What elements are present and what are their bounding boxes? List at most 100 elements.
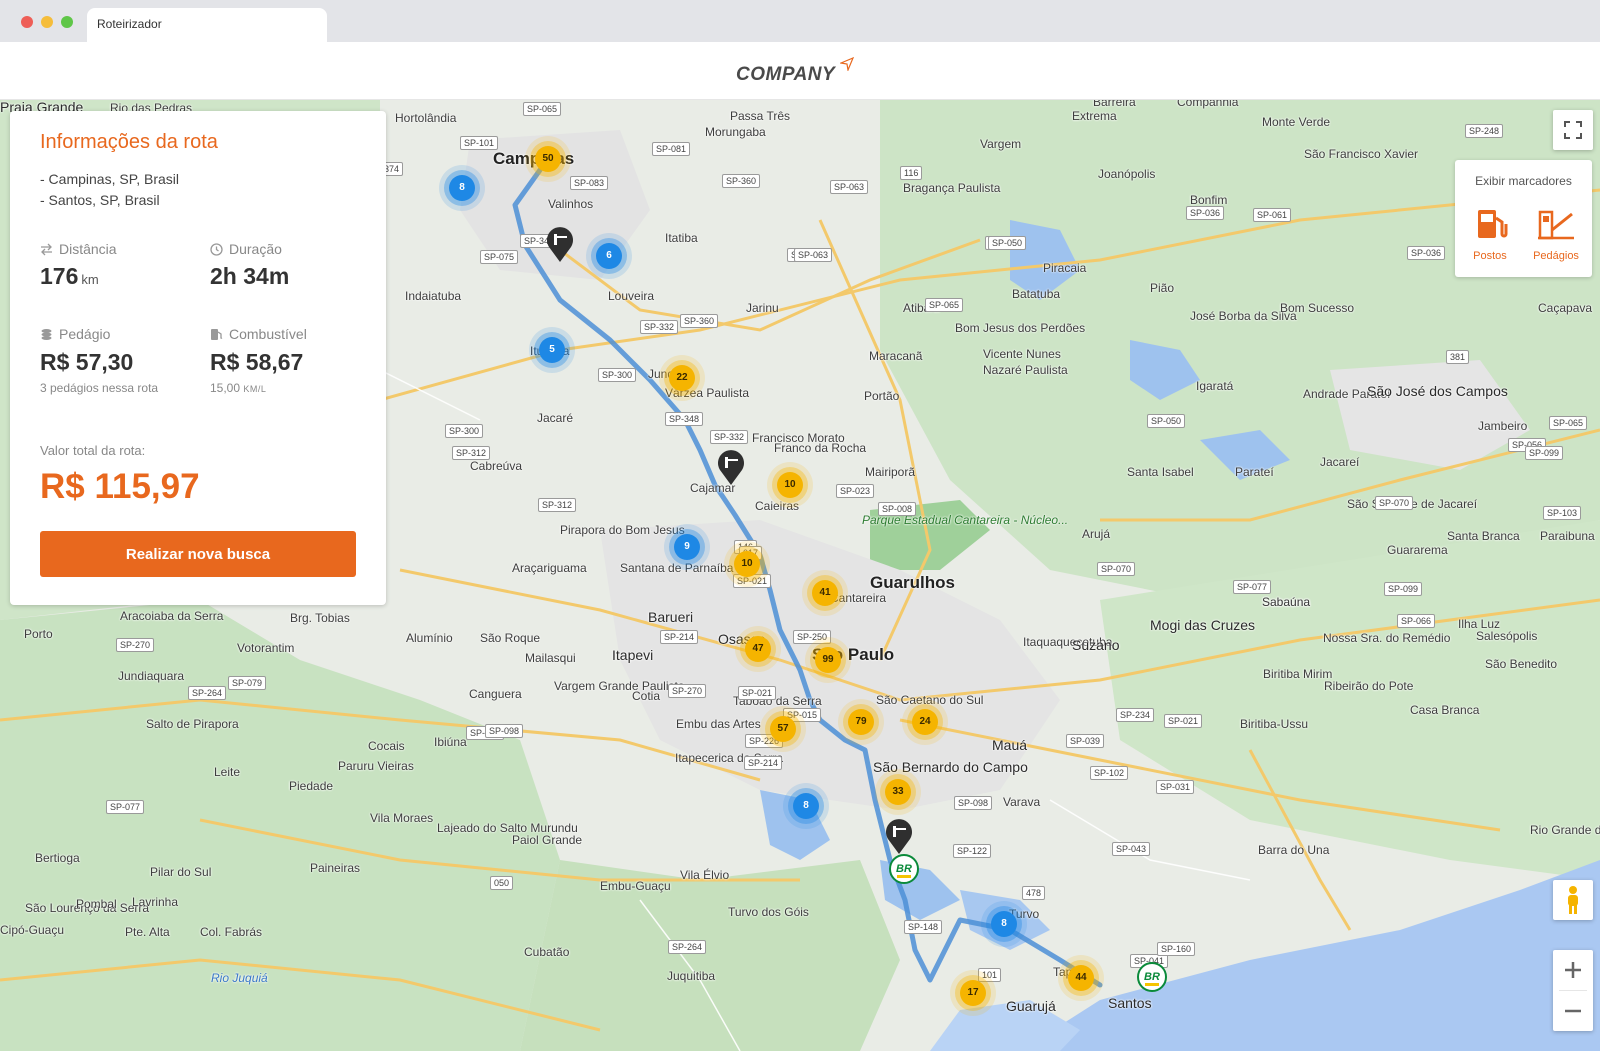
map-place-label: Cabreúva (470, 459, 523, 473)
map-place-label: Embu das Artes (676, 717, 761, 731)
map-place-label: Mauá (992, 737, 1028, 753)
swap-arrows-icon (41, 243, 52, 255)
toll-value: R$ 57,30 (40, 349, 134, 375)
street-view-button[interactable] (1553, 880, 1593, 920)
map-place-label: Salto de Pirapora (146, 717, 239, 731)
road-shield-label: SP-070 (1097, 562, 1136, 576)
window-maximize-button[interactable] (61, 16, 73, 28)
company-logo: COMPANY (736, 64, 836, 85)
map-place-label: Santa Branca (1447, 529, 1520, 543)
fuel-cluster-marker[interactable]: 10 (777, 472, 803, 498)
gas-station-br-icon[interactable]: BR (889, 854, 919, 884)
map-place-label: Paiol Grande (512, 833, 583, 847)
map-place-label: Mairiporã (865, 465, 916, 479)
map-place-label: Ribeirão do Pote (1324, 679, 1414, 693)
map-place-label: Batatuba (1012, 287, 1061, 301)
toll-pin-icon[interactable] (716, 448, 746, 486)
road-shield-label: SP-079 (228, 676, 267, 690)
fuel-cluster-marker[interactable]: 44 (1068, 965, 1094, 991)
map-place-label: Hortolândia (395, 111, 457, 125)
road-shield-label: SP-043 (1112, 842, 1151, 856)
fuel-cluster-marker[interactable]: 22 (669, 365, 695, 391)
map-place-label: Piracaia (1043, 261, 1087, 275)
road-shield-label: SP-099 (1525, 446, 1564, 460)
map-place-label: Alumínio (406, 631, 453, 645)
map-place-label: Paraibuna (1540, 529, 1595, 543)
fuel-cluster-marker[interactable]: 99 (815, 647, 841, 673)
poi-cluster-marker[interactable]: 5 (539, 337, 565, 363)
fullscreen-icon (1564, 121, 1582, 139)
poi-cluster-marker[interactable]: 8 (991, 911, 1017, 937)
road-shield-label: SP-148 (904, 920, 943, 934)
poi-cluster-marker[interactable]: 8 (793, 793, 819, 819)
road-shield-label: SP-036 (1407, 246, 1446, 260)
road-shield-label: 381 (1446, 350, 1470, 364)
road-shield-label: SP-332 (710, 430, 749, 444)
coins-icon (41, 328, 52, 340)
map-place-label: Barra do Una (1258, 843, 1330, 857)
road-shield-label: SP-065 (925, 298, 964, 312)
poi-cluster-marker[interactable]: 6 (596, 243, 622, 269)
fuel-label: Combustível (210, 326, 307, 342)
map-place-label: Vila Élvio (680, 868, 730, 882)
map-place-label: Companhia (1177, 100, 1239, 109)
map-place-label: Campinas (493, 149, 575, 168)
map-place-label: Guarujá (1006, 998, 1056, 1014)
map-place-label: Cocais (368, 739, 405, 753)
window-minimize-button[interactable] (41, 16, 53, 28)
map-place-label: Paineiras (310, 861, 361, 875)
road-shield-label: SP-360 (680, 314, 719, 328)
map-place-label: Nazaré Paulista (983, 363, 1068, 377)
duration-label: Duração (210, 241, 282, 257)
fuel-cluster-marker[interactable]: 17 (960, 980, 986, 1006)
zoom-in-button[interactable] (1553, 950, 1593, 990)
toll-pin-icon[interactable] (545, 225, 575, 263)
map-place-label: Guararema (1387, 543, 1448, 557)
map-place-label: Morungaba (705, 125, 766, 139)
road-shield-label: SP-075 (480, 250, 519, 264)
map-place-label: Aracoiaba da Serra (120, 609, 224, 623)
fuel-cluster-marker[interactable]: 50 (535, 146, 561, 172)
road-shield-label: SP-098 (485, 724, 524, 738)
fuel-cluster-marker[interactable]: 10 (734, 551, 760, 577)
road-shield-label: SP-264 (668, 940, 707, 954)
road-shield-label: SP-214 (660, 630, 699, 644)
poi-cluster-marker[interactable]: 9 (674, 534, 700, 560)
map-place-label: Vicente Nunes (983, 347, 1061, 361)
toll-label: Pedágio (40, 326, 110, 342)
map-place-label: Brg. Tobias (290, 611, 350, 625)
road-shield-label: SP-083 (570, 176, 609, 190)
map-place-label: Rio Grande da Serra (1530, 823, 1600, 837)
new-search-button[interactable]: Realizar nova busca (40, 531, 356, 577)
map-place-label: Votorantim (237, 641, 295, 655)
map-place-label: Bragança Paulista (903, 181, 1001, 195)
poi-cluster-marker[interactable]: 8 (449, 175, 475, 201)
toggle-gas-stations[interactable]: Postos (1461, 204, 1519, 262)
fuel-cluster-marker[interactable]: 24 (912, 709, 938, 735)
map-place-label: Itatiba (665, 231, 698, 245)
map-place-label: Arujá (1082, 527, 1111, 541)
road-shield-label: SP-050 (1147, 414, 1186, 428)
map-place-label: Vargem (980, 137, 1022, 151)
toggle-tolls[interactable]: Pedágios (1527, 204, 1585, 262)
fuel-cluster-marker[interactable]: 57 (770, 716, 796, 742)
fullscreen-button[interactable] (1553, 110, 1593, 150)
fuel-cluster-marker[interactable]: 41 (812, 580, 838, 606)
road-shield-label: SP-065 (523, 102, 562, 116)
fuel-cluster-marker[interactable]: 79 (848, 709, 874, 735)
map-place-label: Portão (864, 389, 900, 403)
road-shield-label: SP-103 (1543, 506, 1582, 520)
window-close-button[interactable] (21, 16, 33, 28)
gas-station-br-icon[interactable]: BR (1137, 962, 1167, 992)
browser-tab[interactable]: Roteirizador (87, 8, 327, 42)
road-shield-label: SP-360 (722, 174, 761, 188)
road-shield-label: SP-312 (538, 498, 577, 512)
map-place-label: Turvo dos Góis (728, 905, 809, 919)
zoom-out-button[interactable] (1553, 991, 1593, 1031)
fuel-cluster-marker[interactable]: 33 (885, 779, 911, 805)
toll-pin-icon[interactable] (884, 817, 914, 855)
distance-label: Distância (40, 241, 117, 257)
fuel-cluster-marker[interactable]: 47 (745, 636, 771, 662)
road-shield-label: SP-008 (878, 502, 917, 516)
map-place-label: Cipó-Guaçu (0, 923, 65, 937)
